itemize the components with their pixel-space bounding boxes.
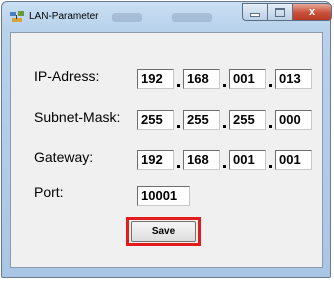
network-settings-icon <box>10 10 24 22</box>
subnet-octet-4-input[interactable]: 000 <box>275 110 312 130</box>
subnet-octet-2-input[interactable]: 255 <box>183 110 220 130</box>
subnet-mask-label: Subnet-Mask: <box>34 109 121 125</box>
window-title: LAN-Parameter <box>29 11 99 22</box>
port-input[interactable]: 10001 <box>137 186 190 206</box>
title-bar-blur <box>172 13 212 22</box>
minimize-icon <box>250 13 260 17</box>
ip-separator <box>177 125 180 128</box>
title-bar-blur <box>112 13 142 22</box>
ip-separator <box>223 84 226 87</box>
close-button[interactable]: x <box>292 3 332 21</box>
close-icon: x <box>308 6 316 18</box>
gateway-label: Gateway: <box>34 149 94 165</box>
ip-address-label: IP-Adress: <box>34 68 100 84</box>
title-bar[interactable]: LAN-Parameter x <box>2 2 332 32</box>
gateway-octet-4-input[interactable]: 001 <box>275 150 312 170</box>
maximize-icon <box>275 7 285 17</box>
ip-separator <box>269 125 272 128</box>
ip-separator <box>223 165 226 168</box>
minimize-button[interactable] <box>242 3 268 21</box>
ip-octet-4-input[interactable]: 013 <box>275 69 312 89</box>
maximize-button[interactable] <box>267 3 293 21</box>
gateway-octet-3-input[interactable]: 001 <box>229 150 266 170</box>
subnet-octet-1-input[interactable]: 255 <box>137 110 174 130</box>
ip-separator <box>177 165 180 168</box>
gateway-octet-2-input[interactable]: 168 <box>183 150 220 170</box>
port-label: Port: <box>34 184 64 200</box>
ip-separator <box>269 84 272 87</box>
ip-separator <box>269 165 272 168</box>
gateway-octet-1-input[interactable]: 192 <box>137 150 174 170</box>
ip-octet-3-input[interactable]: 001 <box>229 69 266 89</box>
ip-separator <box>177 84 180 87</box>
ip-separator <box>223 125 226 128</box>
save-button[interactable]: Save <box>131 221 196 242</box>
ip-octet-2-input[interactable]: 168 <box>183 69 220 89</box>
ip-octet-1-input[interactable]: 192 <box>137 69 174 89</box>
subnet-octet-3-input[interactable]: 255 <box>229 110 266 130</box>
